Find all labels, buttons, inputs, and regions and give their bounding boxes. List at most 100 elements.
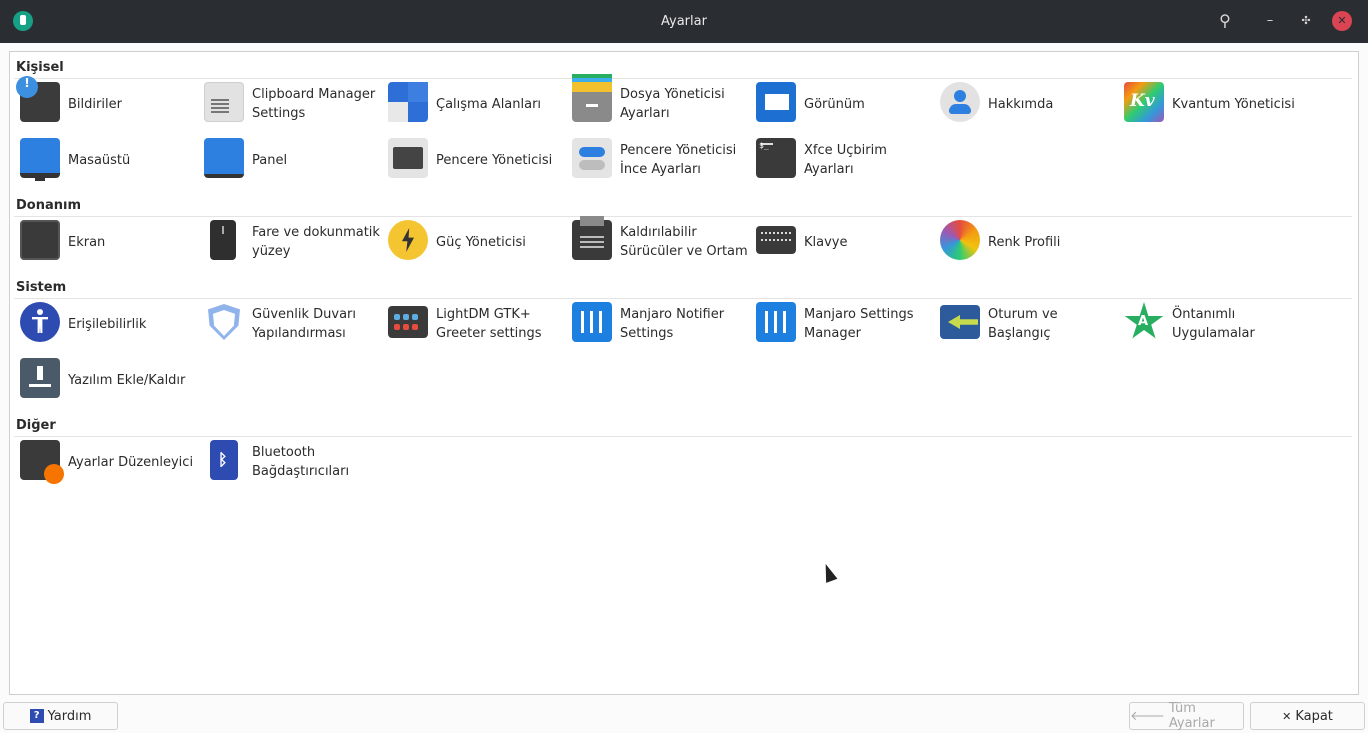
help-icon: ?	[29, 709, 44, 723]
user-icon	[940, 82, 980, 122]
settings-item-manjaro-settings-manager[interactable]: Manjaro Settings Manager	[754, 298, 938, 350]
window-manager-icon	[388, 138, 428, 178]
settings-item-label: Kaldırılabilir Sürücüler ve Ortam	[620, 225, 748, 259]
bluetooth-icon: ᛒ	[210, 440, 238, 480]
settings-item-label: Ayarlar Düzenleyici	[68, 454, 194, 470]
settings-item-label: Klavye	[804, 234, 848, 250]
settings-item-label: Bluetooth Bağdaştırıcıları	[252, 445, 350, 479]
settings-item-renk-profili[interactable]: Renk Profili	[938, 216, 1122, 268]
keyboard-icon	[756, 226, 796, 254]
settings-item-label: Pencere Yöneticisi İnce Ayarları	[620, 143, 737, 177]
shield-icon	[204, 302, 244, 342]
color-profile-icon	[940, 220, 980, 260]
restore-icon[interactable]: ✣	[1296, 11, 1316, 31]
settings-item-label: Bildiriler	[68, 96, 122, 112]
settings-item-guc-yoneticisi[interactable]: Güç Yöneticisi	[386, 216, 570, 268]
settings-window: Ayarlar ⚲ – ✣ ✕ Kişisel ! Bildiriler Cli…	[0, 0, 1368, 733]
settings-item-label: Kvantum Yöneticisi	[1172, 96, 1295, 112]
sliders-icon	[756, 302, 796, 342]
section-title-diger: Diğer	[16, 418, 56, 433]
settings-item-erisilebilirlik[interactable]: Erişilebilirlik	[18, 298, 202, 350]
close-button[interactable]: ✕ Kapat	[1250, 702, 1365, 730]
settings-item-clipboard[interactable]: Clipboard Manager Settings	[202, 78, 386, 130]
accessibility-icon	[20, 302, 60, 342]
close-window-icon[interactable]: ✕	[1332, 11, 1352, 31]
sliders-icon	[572, 302, 612, 342]
settings-item-label: Hakkımda	[988, 96, 1054, 112]
settings-item-ekran[interactable]: Ekran	[18, 216, 202, 268]
settings-item-label: Pencere Yöneticisi	[436, 152, 553, 168]
settings-item-fare[interactable]: Fare ve dokunmatik yüzey	[202, 216, 386, 268]
section-title-kisisel: Kişisel	[16, 60, 64, 75]
file-manager-icon	[572, 82, 612, 122]
settings-item-label: Panel	[252, 152, 288, 168]
all-settings-label: Tüm Ayarlar	[1168, 701, 1215, 731]
all-settings-button[interactable]: 🡐 Tüm Ayarlar	[1129, 701, 1244, 731]
settings-item-ince-ayarlar[interactable]: Pencere Yöneticisi İnce Ayarları	[570, 134, 754, 186]
removable-drive-icon	[572, 216, 612, 260]
settings-item-label: Manjaro Notifier Settings	[620, 307, 725, 341]
toggle-switches-icon	[572, 138, 612, 178]
settings-item-lightdm[interactable]: LightDM GTK+ Greeter settings	[386, 298, 570, 350]
download-icon	[20, 358, 60, 398]
session-startup-icon	[940, 305, 980, 339]
settings-item-label: Öntanımlı Uygulamalar	[1172, 307, 1255, 341]
settings-item-guvenlik-duvari[interactable]: Güvenlik Duvarı Yapılandırması	[202, 298, 386, 350]
title-bar[interactable]: Ayarlar ⚲ – ✣ ✕	[0, 0, 1368, 43]
settings-item-bluetooth[interactable]: ᛒ Bluetooth Bağdaştırıcıları	[202, 436, 386, 488]
mouse-icon	[210, 220, 236, 260]
help-button[interactable]: ? Yardım	[3, 702, 118, 730]
search-icon[interactable]: ⚲	[1215, 11, 1235, 31]
settings-item-panel[interactable]: Panel	[202, 134, 386, 186]
settings-item-ayarlar-duzenleyici[interactable]: ⚙ Ayarlar Düzenleyici	[18, 436, 202, 488]
button-bar: ? Yardım 🡐 Tüm Ayarlar ✕ Kapat	[0, 700, 1368, 733]
settings-item-label: Manjaro Settings Manager	[804, 307, 914, 341]
settings-item-label: Masaüstü	[68, 152, 131, 168]
settings-item-hakkimda[interactable]: Hakkımda	[938, 78, 1122, 130]
settings-item-manjaro-notifier[interactable]: Manjaro Notifier Settings	[570, 298, 754, 350]
default-apps-star-icon: A	[1124, 302, 1164, 342]
settings-item-label: Erişilebilirlik	[68, 316, 147, 332]
greeter-icon	[388, 306, 428, 338]
settings-item-label: Dosya Yöneticisi Ayarları	[620, 87, 725, 121]
settings-item-label: Güvenlik Duvarı Yapılandırması	[252, 307, 356, 341]
settings-item-yazilim[interactable]: Yazılım Ekle/Kaldır	[18, 354, 202, 406]
settings-item-label: Fare ve dokunmatik yüzey	[252, 225, 380, 259]
settings-item-label: Yazılım Ekle/Kaldır	[68, 372, 186, 388]
settings-item-label: Renk Profili	[988, 234, 1061, 250]
display-icon	[20, 220, 60, 260]
minimize-icon[interactable]: –	[1260, 11, 1280, 31]
settings-item-xfce-ucbirim[interactable]: $_ Xfce Uçbirim Ayarları	[754, 134, 938, 186]
help-button-label: Yardım	[47, 708, 92, 724]
settings-item-bildiriler[interactable]: ! Bildiriler	[16, 76, 202, 130]
power-lightning-icon	[388, 220, 428, 260]
settings-item-klavye[interactable]: Klavye	[754, 216, 938, 268]
settings-panel: Kişisel ! Bildiriler Clipboard Manager S…	[9, 51, 1359, 695]
settings-item-dosya-yoneticisi[interactable]: Dosya Yöneticisi Ayarları	[570, 78, 754, 130]
terminal-icon: $_	[756, 138, 796, 178]
settings-item-ontanimli[interactable]: A Öntanımlı Uygulamalar	[1122, 298, 1306, 350]
settings-item-gorunum[interactable]: Görünüm	[754, 78, 938, 130]
clipboard-icon	[204, 82, 244, 122]
kvantum-icon: Kv	[1124, 82, 1164, 122]
settings-item-oturum[interactable]: Oturum ve Başlangıç	[938, 298, 1122, 350]
workspaces-icon	[388, 82, 428, 122]
settings-item-label: Clipboard Manager Settings	[252, 87, 376, 121]
section-title-sistem: Sistem	[16, 280, 67, 295]
settings-item-pencere-yoneticisi[interactable]: Pencere Yöneticisi	[386, 134, 570, 186]
settings-item-label: Çalışma Alanları	[436, 96, 542, 112]
settings-item-label: Oturum ve Başlangıç	[988, 307, 1058, 341]
settings-item-label: Güç Yöneticisi	[436, 234, 526, 250]
window-title: Ayarlar	[661, 14, 707, 29]
close-x-icon: ✕	[1282, 709, 1292, 723]
settings-editor-icon: ⚙	[20, 440, 64, 484]
settings-item-kaldirilabilir[interactable]: Kaldırılabilir Sürücüler ve Ortam	[570, 216, 754, 268]
settings-item-label: LightDM GTK+ Greeter settings	[436, 307, 542, 341]
settings-item-masaustu[interactable]: Masaüstü	[18, 134, 202, 186]
panel-icon	[204, 138, 244, 178]
appearance-icon	[756, 82, 796, 122]
settings-item-calisma-alanlari[interactable]: Çalışma Alanları	[386, 78, 570, 130]
desktop-icon	[20, 138, 60, 181]
section-title-donanim: Donanım	[16, 198, 82, 213]
settings-item-kvantum[interactable]: Kv Kvantum Yöneticisi	[1122, 78, 1306, 130]
